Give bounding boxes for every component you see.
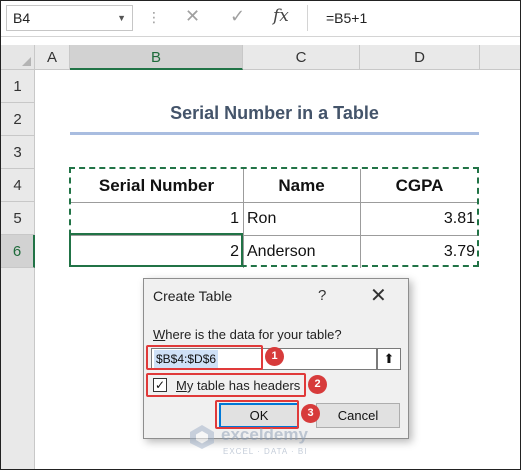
select-all-button[interactable]: [1, 45, 35, 70]
row-header-6[interactable]: 6: [1, 235, 35, 268]
collapse-dialog-icon[interactable]: ⬆: [377, 348, 401, 370]
range-prompt-label: Where is the data for your table?: [153, 327, 342, 342]
row-header-filler: [1, 268, 35, 469]
exceldemy-watermark: exceldemy EXCEL · DATA · BI: [189, 422, 339, 462]
sheet-title[interactable]: Serial Number in a Table: [70, 97, 479, 130]
column-header-blank[interactable]: [480, 45, 520, 70]
chevron-down-icon[interactable]: ▼: [117, 6, 126, 30]
formula-input[interactable]: =B5+1: [307, 5, 517, 31]
name-box[interactable]: B4 ▼: [6, 5, 133, 31]
column-header-c[interactable]: C: [243, 45, 360, 70]
row-header-3[interactable]: 3: [1, 136, 35, 169]
callout-badge-2: 2: [308, 375, 327, 394]
row-header-1[interactable]: 1: [1, 70, 35, 103]
column-header-a[interactable]: A: [35, 45, 70, 70]
callout-badge-3: 3: [301, 404, 320, 423]
column-header-b[interactable]: B: [70, 45, 243, 70]
excel-window: B4 ▼ ⋮ ✕ ✓ fx =B5+1 A B C D 1 2 3 4 5 6 …: [0, 0, 521, 470]
callout-range-box: [146, 345, 263, 370]
active-cell-border: [69, 233, 243, 267]
title-underline: [70, 132, 479, 135]
row-header-4[interactable]: 4: [1, 169, 35, 202]
formula-bar: B4 ▼ ⋮ ✕ ✓ fx =B5+1: [1, 1, 520, 37]
name-box-value: B4: [13, 10, 31, 26]
enter-icon[interactable]: ✓: [230, 6, 245, 27]
cancel-icon[interactable]: ✕: [185, 6, 200, 27]
help-icon[interactable]: ?: [318, 287, 326, 304]
close-icon[interactable]: ✕: [370, 283, 387, 308]
insert-function-icon[interactable]: fx: [273, 6, 289, 26]
drag-handle-icon[interactable]: ⋮: [147, 9, 161, 26]
column-header-d[interactable]: D: [360, 45, 480, 70]
watermark-name: exceldemy: [221, 425, 308, 444]
callout-badge-1: 1: [265, 347, 284, 366]
callout-checkbox-box: [146, 373, 306, 397]
exceldemy-logo-icon: [190, 425, 214, 449]
watermark-tagline: EXCEL · DATA · BI: [223, 447, 308, 456]
row-header-2[interactable]: 2: [1, 103, 35, 136]
row-header-5[interactable]: 5: [1, 202, 35, 235]
dialog-title: Create Table: [153, 288, 233, 304]
